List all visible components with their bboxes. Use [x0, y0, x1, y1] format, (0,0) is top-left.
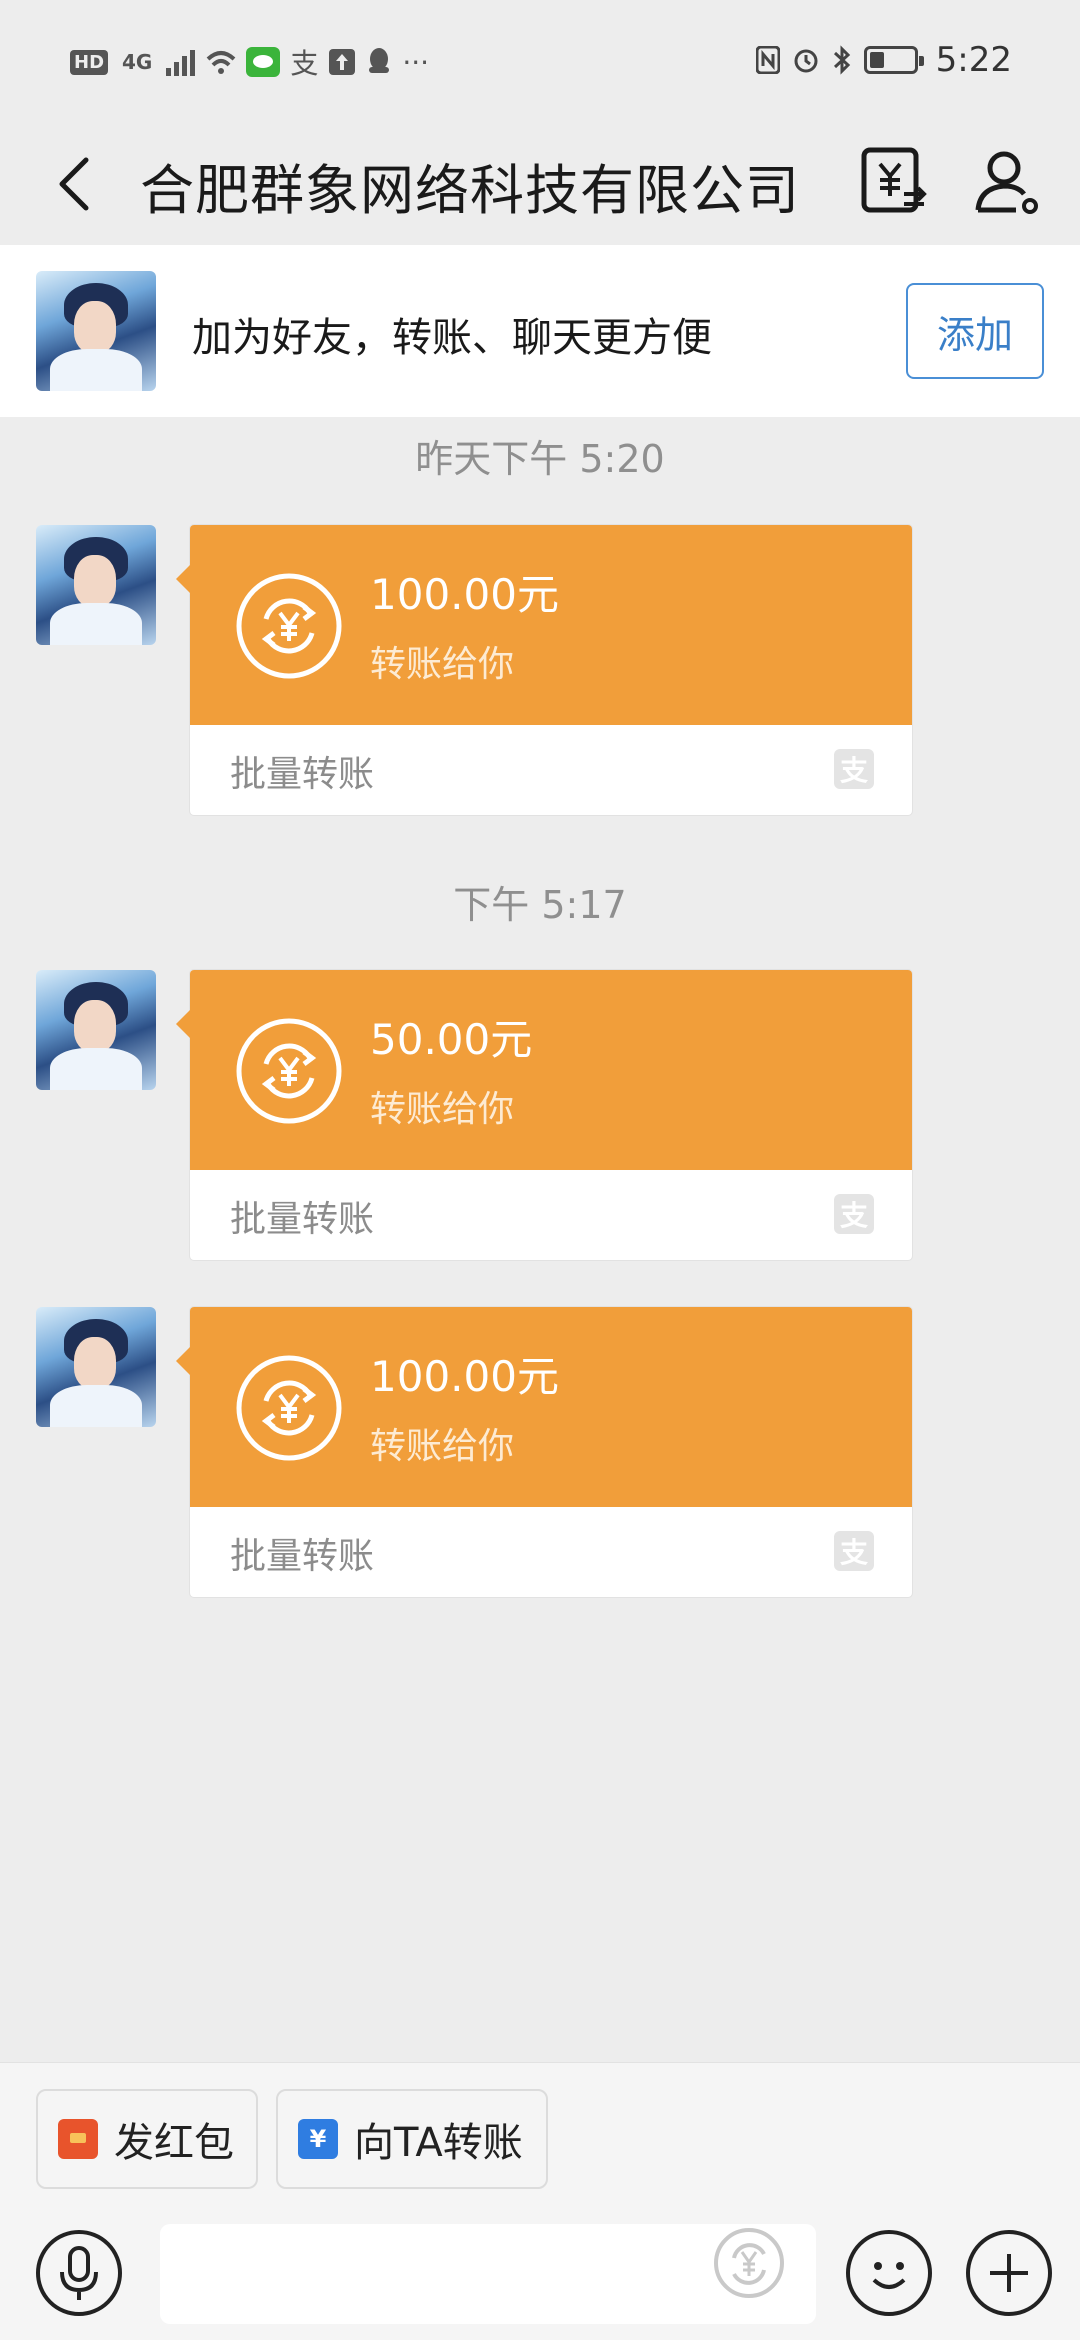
bluetooth-icon — [833, 45, 850, 75]
yuan-coin-icon — [236, 573, 342, 679]
status-bar-left: HD 4G 支 ··· — [70, 42, 429, 82]
sender-avatar[interactable] — [36, 525, 156, 645]
battery-icon — [863, 46, 924, 74]
transfer-subtitle: 转账给你 — [370, 1089, 515, 1130]
sender-avatar[interactable] — [36, 970, 156, 1090]
transfer-amount: 100.00元 — [370, 570, 559, 619]
upload-icon — [329, 49, 356, 75]
contact-avatar[interactable] — [36, 271, 156, 391]
microphone-icon — [60, 2246, 98, 2300]
yuan-transfer-icon[interactable] — [852, 142, 932, 222]
transfer-card-header: 100.00元 转账给你 — [176, 1307, 912, 1507]
hd-badge: HD — [70, 49, 109, 75]
more-options-button[interactable] — [966, 2230, 1052, 2316]
transfer-card-footer: 批量转账 支 — [190, 1507, 912, 1597]
wifi-icon — [207, 51, 236, 74]
alipay-status-icon: 支 — [290, 47, 319, 80]
chat-header: 合肥群象网络科技有限公司 — [0, 120, 1080, 245]
add-friend-hint: 加为好友，转账、聊天更方便 — [192, 315, 712, 361]
add-friend-button[interactable]: 添加 — [906, 283, 1044, 379]
transfer-card-footer: 批量转账 支 — [190, 725, 912, 815]
transfer-message: 100.00元 转账给你 批量转账 支 — [0, 1307, 1080, 1597]
quick-actions-bar: 发红包 ¥ 向TA转账 — [0, 2062, 1080, 2210]
voice-input-button[interactable] — [36, 2230, 122, 2316]
red-packet-icon — [58, 2119, 98, 2159]
user-profile-icon[interactable] — [968, 142, 1048, 222]
transfer-card[interactable]: 50.00元 转账给你 批量转账 支 — [176, 970, 912, 1260]
yuan-coin-icon — [236, 1355, 342, 1461]
batch-transfer-label: 批量转账 — [230, 1199, 375, 1240]
transfer-card-header: 50.00元 转账给你 — [176, 970, 912, 1170]
alipay-logo-icon: 支 — [834, 1194, 874, 1234]
yuan-coin-icon — [236, 1018, 342, 1124]
input-yuan-icon[interactable] — [712, 2226, 786, 2300]
alarm-icon — [794, 49, 818, 73]
transfer-subtitle: 转账给你 — [370, 644, 515, 685]
add-friend-banner: 加为好友，转账、聊天更方便 添加 — [0, 245, 1080, 417]
message-input-bar — [0, 2210, 1080, 2340]
transfer-amount: 100.00元 — [370, 1352, 559, 1401]
batch-transfer-label: 批量转账 — [230, 1536, 375, 1577]
nfc-icon — [755, 46, 780, 74]
status-bar-right: 5:22 — [755, 40, 1012, 80]
smiley-icon — [872, 2262, 906, 2289]
emoji-button[interactable] — [846, 2230, 932, 2316]
back-chevron-icon[interactable] — [44, 144, 104, 224]
transfer-to-contact-label: 向TA转账 — [354, 2120, 523, 2166]
more-notifications-icon: ··· — [402, 45, 430, 79]
qq-icon — [369, 48, 390, 73]
send-red-packet-label: 发红包 — [114, 2120, 234, 2166]
transfer-message: 100.00元 转账给你 批量转账 支 — [0, 525, 1080, 815]
timestamp: 下午 5:17 — [453, 883, 627, 927]
transfer-to-contact-button[interactable]: ¥ 向TA转账 — [276, 2089, 548, 2189]
transfer-subtitle: 转账给你 — [370, 1426, 515, 1467]
plus-icon — [990, 2254, 1028, 2292]
wechat-icon — [246, 47, 281, 77]
transfer-card[interactable]: 100.00元 转账给你 批量转账 支 — [176, 525, 912, 815]
status-bar: HD 4G 支 ··· 5:22 — [0, 0, 1080, 120]
transfer-amount: 50.00元 — [370, 1015, 533, 1064]
transfer-card-footer: 批量转账 支 — [190, 1170, 912, 1260]
send-red-packet-button[interactable]: 发红包 — [36, 2089, 258, 2189]
chat-title: 合肥群象网络科技有限公司 — [140, 159, 800, 222]
batch-transfer-label: 批量转账 — [230, 754, 375, 795]
network-badge: 4G — [122, 50, 153, 74]
transfer-message: 50.00元 转账给你 批量转账 支 — [0, 970, 1080, 1260]
transfer-card-header: 100.00元 转账给你 — [176, 525, 912, 725]
timestamp: 昨天下午 5:20 — [415, 437, 665, 481]
alipay-logo-icon: 支 — [834, 1531, 874, 1571]
sender-avatar[interactable] — [36, 1307, 156, 1427]
transfer-card[interactable]: 100.00元 转账给你 批量转账 支 — [176, 1307, 912, 1597]
alipay-logo-icon: 支 — [834, 749, 874, 789]
transfer-icon: ¥ — [298, 2119, 338, 2159]
signal-icon — [166, 50, 196, 76]
clock-time: 5:22 — [935, 40, 1012, 80]
